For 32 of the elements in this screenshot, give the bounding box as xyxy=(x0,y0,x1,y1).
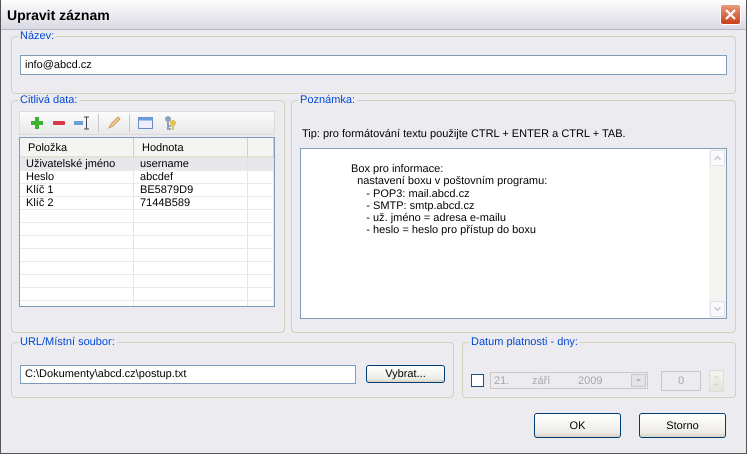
group-label: Datum platnosti - dny: xyxy=(469,336,580,349)
spinner-icon[interactable] xyxy=(709,370,724,392)
table-cell: Klíč 2 xyxy=(26,197,54,209)
add-icon[interactable] xyxy=(30,116,44,130)
scroll-down-icon[interactable] xyxy=(710,301,725,317)
date-month: září xyxy=(532,374,552,386)
pencil-icon[interactable] xyxy=(107,116,121,130)
scroll-up-icon[interactable] xyxy=(710,150,725,166)
browse-button[interactable]: Vybrat... xyxy=(366,365,445,383)
table-cell: BE5879D9 xyxy=(140,184,194,196)
note-text: Box pro informace: nastavení boxu v poštovním programu: - POP3: mail.abcd.cz - SMTP: smtp.abcd.cz - už. jméno = adresa e-mailu - heslo = heslo pro přístup do boxu xyxy=(350,162,548,238)
scrollbar[interactable] xyxy=(709,149,726,318)
date-day: 21. xyxy=(494,374,532,386)
ok-button[interactable]: OK xyxy=(534,413,621,438)
table-cell: 7144B589 xyxy=(140,197,190,209)
tip-text: Tip: pro formátování textu použijte CTRL + ENTER a CTRL + TAB. xyxy=(302,127,627,141)
file-path-field[interactable]: C:\Dokumenty\abcd.cz\postup.txt xyxy=(20,365,356,384)
date-year: 2009 xyxy=(578,374,602,386)
table-cell: Uživatelské jméno xyxy=(26,158,116,170)
insert-row-icon[interactable] xyxy=(74,116,90,130)
note-field[interactable]: Box pro informace: nastavení boxu v poštovním programu: - POP3: mail.abcd.cz - SMTP: smtp.abcd.cz - už. jméno = adresa e-mailu - heslo = heslo pro přístup do boxu xyxy=(300,148,727,319)
table-cell: Heslo xyxy=(26,171,54,183)
close-button[interactable] xyxy=(720,4,741,25)
keys-icon[interactable] xyxy=(162,115,178,131)
table-cell: Klíč 1 xyxy=(26,184,54,196)
close-icon xyxy=(724,8,737,21)
window-icon[interactable] xyxy=(138,116,154,130)
cancel-button[interactable]: Storno xyxy=(639,413,726,438)
name-field[interactable]: info@abcd.cz xyxy=(20,55,727,75)
window-title: Upravit záznam xyxy=(7,6,110,22)
table-cell: username xyxy=(140,158,189,170)
table-cell: abcdef xyxy=(140,171,174,183)
